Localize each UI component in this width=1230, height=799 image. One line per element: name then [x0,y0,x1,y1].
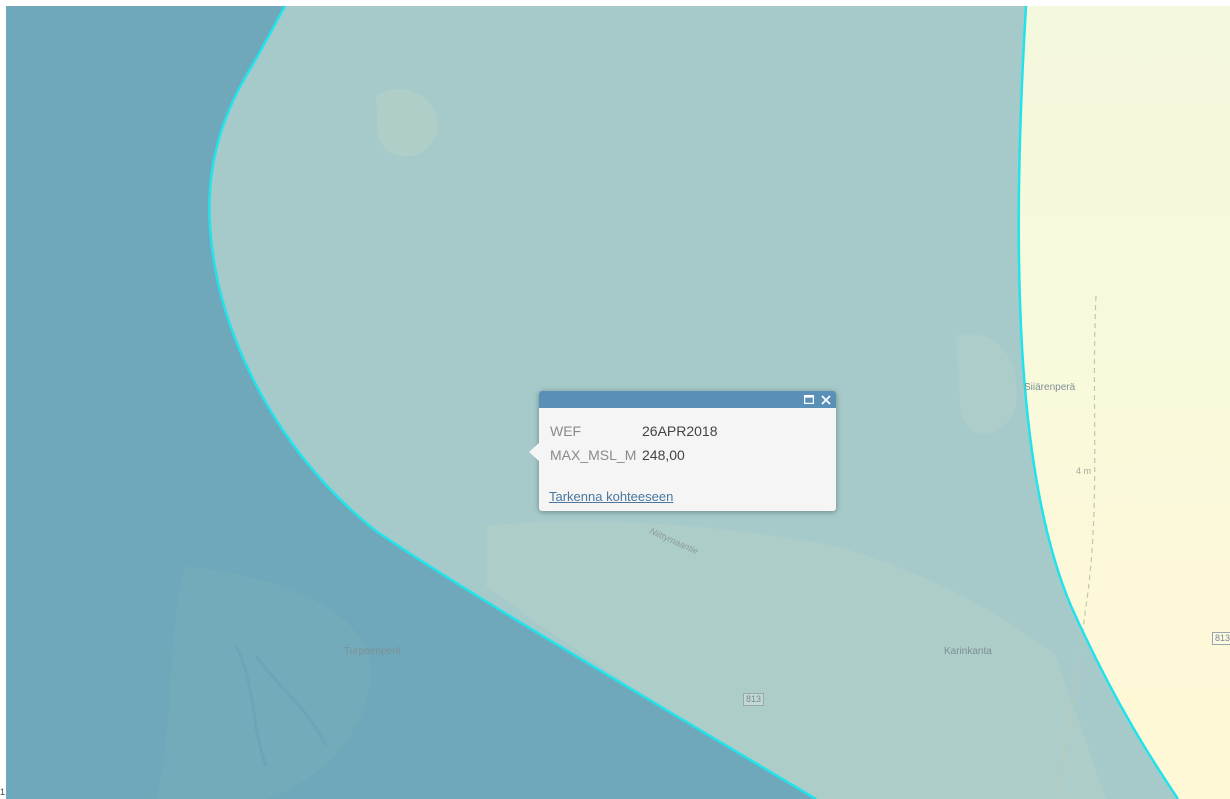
elevation-label: 4 m [1076,466,1092,476]
attribute-value: 248,00 [642,447,685,463]
attribute-value: 26APR2018 [642,423,718,439]
attribute-row: MAX_MSL_M 248,00 [550,447,685,463]
place-label: Karinkanta [944,646,992,657]
road-shield: 813 [1212,632,1230,645]
attribute-row: WEF 26APR2018 [550,423,718,439]
road-shield: 813 [743,693,765,706]
close-icon[interactable] [819,391,833,408]
popup-pointer [529,443,539,461]
maximize-icon[interactable] [802,391,816,408]
popup-header [539,391,836,408]
corner-mark: 1 [0,787,6,797]
attribute-name: WEF [550,423,582,439]
place-label: Siiärenperä [1024,382,1076,393]
attribute-name: MAX_MSL_M [550,447,637,463]
zoom-to-link[interactable]: Tarkenna kohteeseen [549,489,673,504]
place-label: Turpeenperä [344,646,401,657]
feature-popup: WEF 26APR2018 MAX_MSL_M 248,00 Tarkenna ko… [529,391,836,511]
